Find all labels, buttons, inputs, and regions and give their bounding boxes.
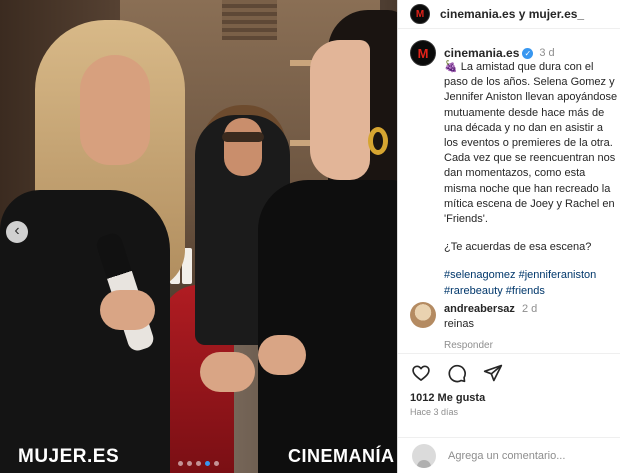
commenter-username[interactable]: andreabersaz [444,303,515,315]
comment-composer [398,437,620,473]
carousel-dot [214,461,219,466]
person-background-face [224,118,262,176]
comment-time: 2 d [522,303,538,315]
post-header: M cinemania.es y mujer.es_ [398,0,620,29]
brand-watermark-right: CINEMANÍA [288,446,395,466]
post-date: Hace 3 días [410,407,459,417]
chevron-left-icon[interactable]: ‹ [6,221,28,243]
action-icons [398,362,620,384]
wall-vent [222,0,277,40]
comment-text: reinas [444,318,474,330]
user-avatar [412,443,436,468]
comment-input[interactable] [448,449,598,462]
post-image[interactable]: ‹ MUJER.ES CINEMANÍA [0,0,397,473]
reply-button[interactable]: Responder [444,338,537,353]
person-right-body [258,180,397,473]
carousel-dot [196,461,201,466]
person-left-face [80,55,150,165]
comment-body: andreabersaz 2 d reinas Responder [444,302,537,353]
hand [100,290,155,330]
hashtag-link[interactable]: #selenagomez [444,269,516,281]
caption-question: ¿Te acuerdas de esa escena? [444,241,592,254]
caption-avatar[interactable]: M [410,40,436,66]
carousel-indicator [178,461,219,466]
caption-text: 🍇 La amistad que dura con el paso de los… [444,61,618,226]
account-avatar[interactable]: M [410,4,430,24]
post-accounts[interactable]: cinemania.es y mujer.es_ [440,7,584,21]
hand [200,352,255,392]
carousel-dot [187,461,192,466]
like-count[interactable]: 1012 Me gusta [398,392,620,404]
share-icon[interactable] [482,362,504,384]
caption-username[interactable]: cinemania.es [444,46,519,60]
post-caption: M cinemania.es ✓ 3 d 🍇 La amistad que du… [410,40,620,299]
hashtag-link[interactable]: #rarebeauty [444,285,503,297]
hashtag-link[interactable]: #jenniferaniston [519,269,597,281]
carousel-dot-active [205,461,210,466]
carousel-dot [178,461,183,466]
instagram-post-view: ‹ MUJER.ES CINEMANÍA M cinemania.es y mu… [0,0,620,473]
person-right-face [310,40,370,180]
post-sidebar: M cinemania.es y mujer.es_ M cinemania.e… [397,0,620,473]
commenter-avatar[interactable] [410,302,436,328]
heart-icon[interactable] [410,362,432,384]
sunglasses [222,132,264,142]
caption-time: 3 d [539,47,555,59]
comment-icon[interactable] [446,362,468,384]
caption-body: 🍇 La amistad que dura con el paso de los… [444,60,619,299]
verified-badge-icon: ✓ [522,47,534,59]
hand [258,335,306,375]
brand-watermark-left: MUJER.ES [18,446,120,467]
hashtag-link[interactable]: #friends [506,285,545,297]
post-actions: 1012 Me gusta Hace 3 días [398,353,620,417]
gold-earring [368,127,388,155]
comment-item: andreabersaz 2 d reinas Responder [410,302,537,353]
hashtags: #selenagomez #jenniferaniston #rarebeaut… [444,268,619,298]
